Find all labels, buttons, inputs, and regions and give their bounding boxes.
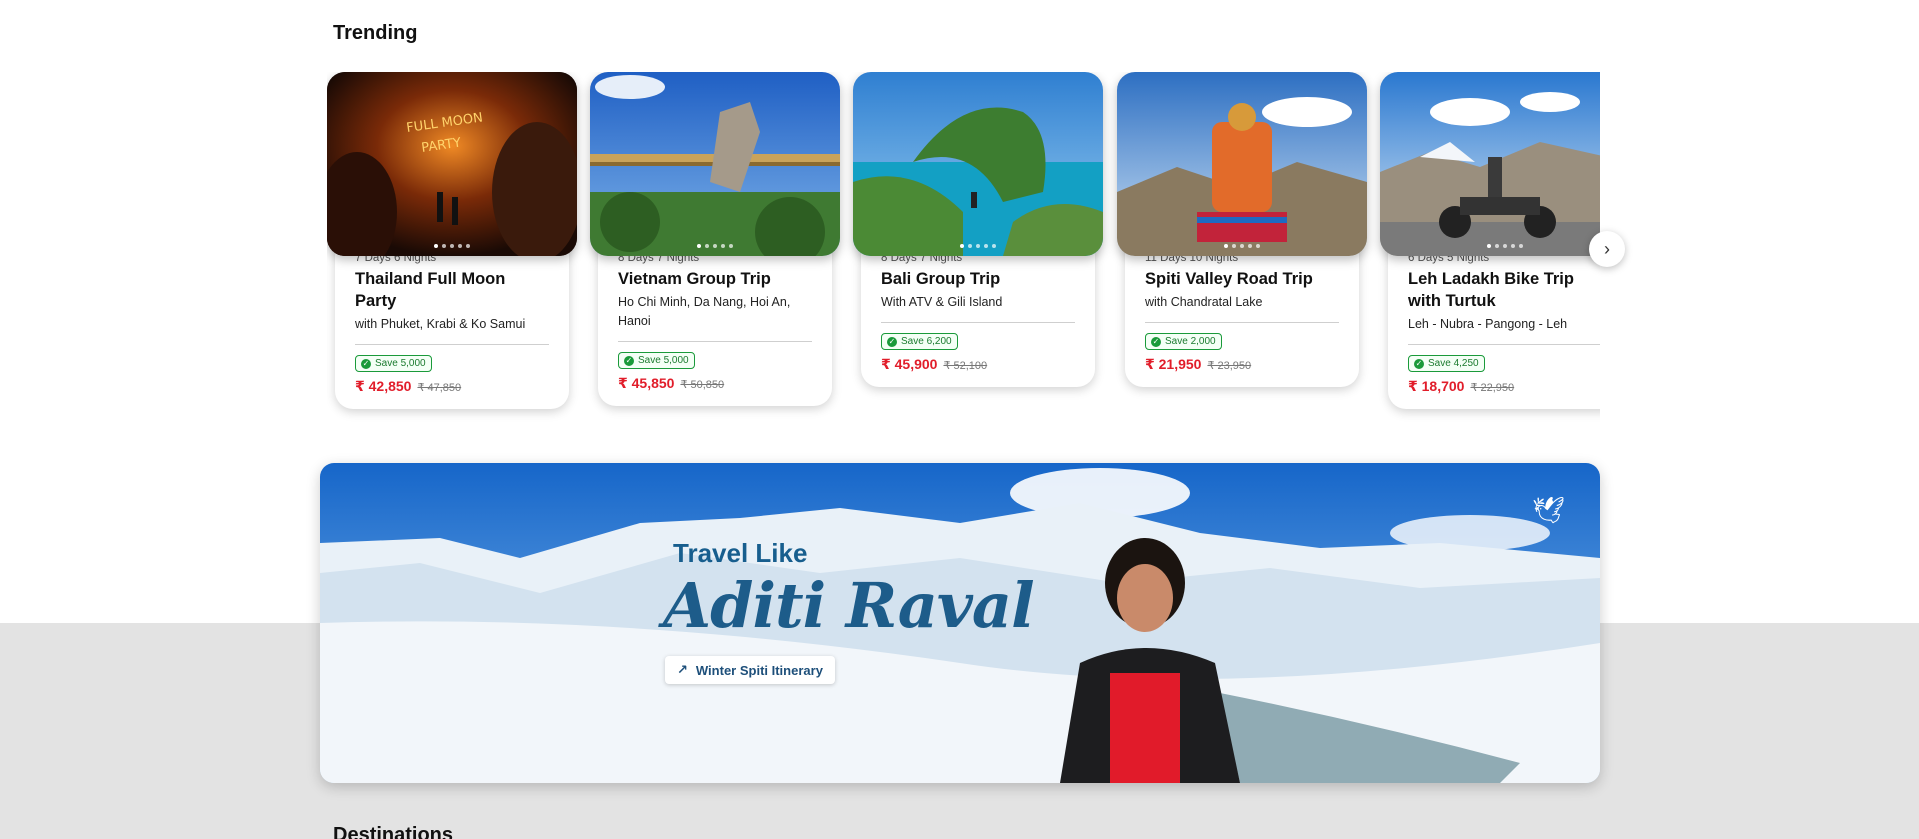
carousel-dots[interactable] (327, 244, 577, 248)
trip-old-price: ₹ 47,850 (417, 382, 462, 394)
trip-subtitle: Leh - Nubra - Pangong - Leh (1408, 315, 1600, 345)
arrow-up-right-icon: ↗ (677, 662, 688, 677)
destinations-title: Destinations (333, 824, 454, 839)
trip-subtitle: with Phuket, Krabi & Ko Samui (355, 315, 549, 345)
banner-eyebrow: Travel Like (673, 538, 808, 568)
itinerary-button-label: Winter Spiti Itinerary (695, 662, 823, 678)
check-icon: ✓ (1414, 358, 1424, 369)
trip-price: ₹ 18,700 (1408, 378, 1465, 394)
carousel-dots[interactable] (1380, 244, 1600, 248)
carousel-dots[interactable] (590, 244, 840, 248)
promo-banner[interactable]: Travel Like Aditi Raval ↗ Winter Spiti I… (320, 463, 1600, 783)
trip-subtitle: with Chandratal Lake (1145, 293, 1339, 323)
trip-name[interactable]: Thailand Full Moon Party (355, 268, 549, 312)
trip-name[interactable]: Leh Ladakh Bike Trip with Turtuk (1408, 268, 1600, 312)
trip-old-price: ₹ 52,100 (943, 360, 988, 372)
trip-name[interactable]: Bali Group Trip (881, 268, 1075, 290)
check-icon: ✓ (887, 336, 897, 347)
trip-old-price: ₹ 22,950 (1470, 382, 1515, 394)
check-icon: ✓ (361, 358, 371, 369)
trip-image[interactable] (1117, 72, 1367, 256)
savings-badge: ✓ Save 4,250 (1408, 355, 1485, 372)
carousel-dots[interactable] (1117, 244, 1367, 248)
trip-price: ₹ 42,850 (355, 378, 412, 394)
trending-carousel: FULL MOON PARTY 7 Days 6 Nights Thailand… (327, 72, 1600, 442)
trip-image[interactable]: FULL MOON PARTY (327, 72, 577, 256)
itinerary-button[interactable]: ↗ Winter Spiti Itinerary (665, 656, 835, 684)
trip-price: ₹ 45,850 (618, 375, 675, 391)
trip-subtitle: With ATV & Gili Island (881, 293, 1075, 323)
trip-old-price: ₹ 23,950 (1207, 360, 1252, 372)
savings-badge: ✓ Save 5,000 (618, 352, 695, 369)
trip-image[interactable] (853, 72, 1103, 256)
trip-image[interactable] (590, 72, 840, 256)
trip-price: ₹ 21,950 (1145, 356, 1202, 372)
banner-name: Aditi Raval (663, 569, 1035, 642)
savings-badge: ✓ Save 6,200 (881, 333, 958, 350)
chevron-right-icon: › (1604, 238, 1610, 259)
trip-name[interactable]: Vietnam Group Trip (618, 268, 812, 290)
carousel-dots[interactable] (853, 244, 1103, 248)
check-icon: ✓ (1151, 336, 1161, 347)
bird-logo-icon: 🕊 (1532, 495, 1566, 525)
trending-title: Trending (333, 22, 418, 44)
savings-badge: ✓ Save 5,000 (355, 355, 432, 372)
savings-badge: ✓ Save 2,000 (1145, 333, 1222, 350)
trip-price: ₹ 45,900 (881, 356, 938, 372)
trip-image[interactable] (1380, 72, 1600, 256)
carousel-next-button[interactable]: › (1589, 231, 1625, 267)
check-icon: ✓ (624, 355, 634, 366)
trip-old-price: ₹ 50,850 (680, 379, 725, 391)
trip-name[interactable]: Spiti Valley Road Trip (1145, 268, 1339, 290)
trip-subtitle: Ho Chi Minh, Da Nang, Hoi An, Hanoi (618, 293, 812, 342)
